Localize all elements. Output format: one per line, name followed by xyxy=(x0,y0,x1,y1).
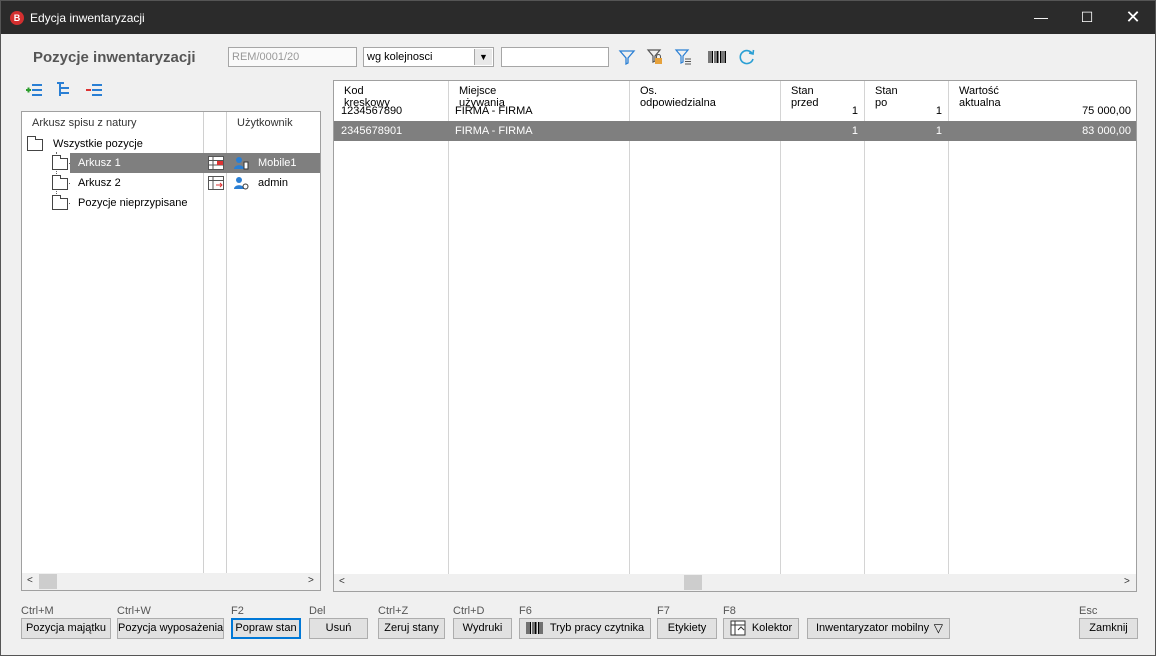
scrollbar-thumb[interactable] xyxy=(684,575,702,590)
items-grid: Kod kreskowy Miejsce używania Os. odpowi… xyxy=(333,80,1137,592)
barcode-icon[interactable] xyxy=(707,47,727,67)
refresh-icon[interactable] xyxy=(737,47,757,67)
window-title: Edycja inwentaryzacji xyxy=(30,11,145,25)
tree-header-user: Użytkownik xyxy=(237,117,293,129)
reader-mode-label: Tryb pracy czytnika xyxy=(549,622,645,634)
shortcut-hint: Del xyxy=(309,605,326,617)
shortcut-hint: Ctrl+W xyxy=(117,605,151,617)
document-number-field: REM/0001/20 xyxy=(228,47,357,67)
scroll-right-icon[interactable]: > xyxy=(1124,576,1130,587)
delete-button[interactable]: Usuń xyxy=(309,618,368,639)
labels-button[interactable]: Etykiety xyxy=(657,618,717,639)
filter-icon[interactable] xyxy=(617,47,637,67)
filter-lock-icon[interactable] xyxy=(645,47,665,67)
mobile-user-icon xyxy=(234,157,249,170)
tree-item-label: Arkusz 2 xyxy=(78,177,121,189)
folder-icon xyxy=(52,175,68,190)
tree-item-sheet-1[interactable]: Arkusz 1 Mobile1 xyxy=(22,153,320,173)
shortcut-hint: Ctrl+Z xyxy=(378,605,409,617)
tree-item-user: Mobile1 xyxy=(258,157,297,169)
shortcut-hint: F6 xyxy=(519,605,532,617)
equipment-item-button[interactable]: Pozycja wyposażenia xyxy=(117,618,224,639)
mobile-inventory-label: Inwentaryzator mobilny xyxy=(816,622,930,634)
correct-stock-button[interactable]: Popraw stan xyxy=(231,618,301,639)
tree-item-all[interactable]: Wszystkie pozycje xyxy=(22,134,320,154)
cell-after: 1 xyxy=(935,105,942,117)
collector-button[interactable]: Kolektor xyxy=(723,618,799,639)
collector-label: Kolektor xyxy=(751,622,793,634)
close-button[interactable]: Zamknij xyxy=(1079,618,1138,639)
cell-place: FIRMA - FIRMA xyxy=(455,105,533,117)
chevron-down-icon[interactable]: ▼ xyxy=(474,49,492,65)
minimize-button[interactable]: — xyxy=(1018,1,1064,34)
scrollbar-thumb[interactable] xyxy=(39,574,57,589)
cell-value: 83 000,00 xyxy=(1082,125,1131,137)
cell-after: 1 xyxy=(935,125,942,137)
cell-barcode: 1234567890 xyxy=(341,105,403,117)
tree-item-unassigned[interactable]: Pozycje nieprzypisane xyxy=(22,193,320,213)
page-title: Pozycje inwentaryzacji xyxy=(33,49,196,66)
folder-icon xyxy=(52,155,68,170)
shortcut-hint: F2 xyxy=(231,605,244,617)
folder-icon xyxy=(27,136,43,151)
cell-place: FIRMA - FIRMA xyxy=(455,125,533,137)
tree-item-sheet-2[interactable]: Arkusz 2 admin xyxy=(22,173,320,193)
cell-barcode: 2345678901 xyxy=(341,125,403,137)
scroll-right-icon[interactable]: > xyxy=(308,575,314,586)
tree-header: Arkusz spisu z natury Użytkownik xyxy=(22,112,320,134)
shortcut-hint: Esc xyxy=(1079,605,1098,617)
shortcut-hint: F7 xyxy=(657,605,670,617)
reset-stock-button[interactable]: Zeruj stany xyxy=(378,618,445,639)
grid-column-line xyxy=(448,81,449,575)
title-bar: B Edycja inwentaryzacji — ☐ ✕ xyxy=(1,1,1155,34)
filter-list-icon[interactable] xyxy=(673,47,693,67)
sheet-status-icon xyxy=(208,156,224,170)
collector-icon xyxy=(730,620,746,636)
barcode-icon xyxy=(526,622,543,635)
remove-sheet-icon[interactable] xyxy=(85,81,103,99)
grid-column-line xyxy=(948,81,949,575)
tree-item-user: admin xyxy=(258,177,288,189)
mobile-inventory-dropdown[interactable]: Inwentaryzator mobilny ▽ xyxy=(807,618,950,639)
tree-structure-icon[interactable] xyxy=(55,81,73,99)
grid-column-line xyxy=(864,81,865,575)
scroll-left-icon[interactable]: < xyxy=(339,576,345,587)
add-sheet-icon[interactable] xyxy=(25,81,43,99)
dialog-window: B Edycja inwentaryzacji — ☐ ✕ Pozycje in… xyxy=(0,0,1156,656)
sheet-export-icon xyxy=(208,176,224,190)
asset-item-button[interactable]: Pozycja majątku xyxy=(21,618,111,639)
app-logo-icon: B xyxy=(10,11,24,25)
tree-item-label: Wszystkie pozycje xyxy=(53,138,143,150)
close-window-button[interactable]: ✕ xyxy=(1110,1,1156,34)
table-row[interactable]: 1234567890 FIRMA - FIRMA 1 1 75 000,00 xyxy=(334,101,1136,121)
grid-column-line xyxy=(629,81,630,575)
admin-user-icon xyxy=(234,177,249,190)
reader-mode-button[interactable]: Tryb pracy czytnika xyxy=(519,618,651,639)
folder-icon xyxy=(52,195,68,210)
order-select-value: wg kolejnosci xyxy=(367,51,433,63)
cell-value: 75 000,00 xyxy=(1082,105,1131,117)
tree-item-label: Arkusz 1 xyxy=(78,157,121,169)
grid-horizontal-scrollbar[interactable]: < > xyxy=(334,574,1136,591)
shortcut-hint: Ctrl+M xyxy=(21,605,54,617)
bottom-toolbar: Ctrl+M Pozycja majątku Ctrl+W Pozycja wy… xyxy=(1,601,1155,651)
maximize-button[interactable]: ☐ xyxy=(1064,1,1110,34)
prints-button[interactable]: Wydruki xyxy=(453,618,512,639)
shortcut-hint: Ctrl+D xyxy=(453,605,485,617)
scroll-left-icon[interactable]: < xyxy=(27,575,33,586)
order-select[interactable]: wg kolejnosci ▼ xyxy=(363,47,494,67)
cell-before: 1 xyxy=(851,105,858,117)
chevron-down-icon: ▽ xyxy=(933,621,943,635)
tree-header-sheet: Arkusz spisu z natury xyxy=(32,117,137,129)
sheet-tree-panel: Arkusz spisu z natury Użytkownik Wszystk… xyxy=(21,111,321,591)
shortcut-hint: F8 xyxy=(723,605,736,617)
tree-item-label: Pozycje nieprzypisane xyxy=(78,197,188,209)
cell-before: 1 xyxy=(851,125,858,137)
grid-column-line xyxy=(780,81,781,575)
tree-horizontal-scrollbar[interactable]: < > xyxy=(22,573,320,590)
table-row[interactable]: 2345678901 FIRMA - FIRMA 1 1 83 000,00 xyxy=(334,121,1136,141)
search-input[interactable] xyxy=(501,47,609,67)
